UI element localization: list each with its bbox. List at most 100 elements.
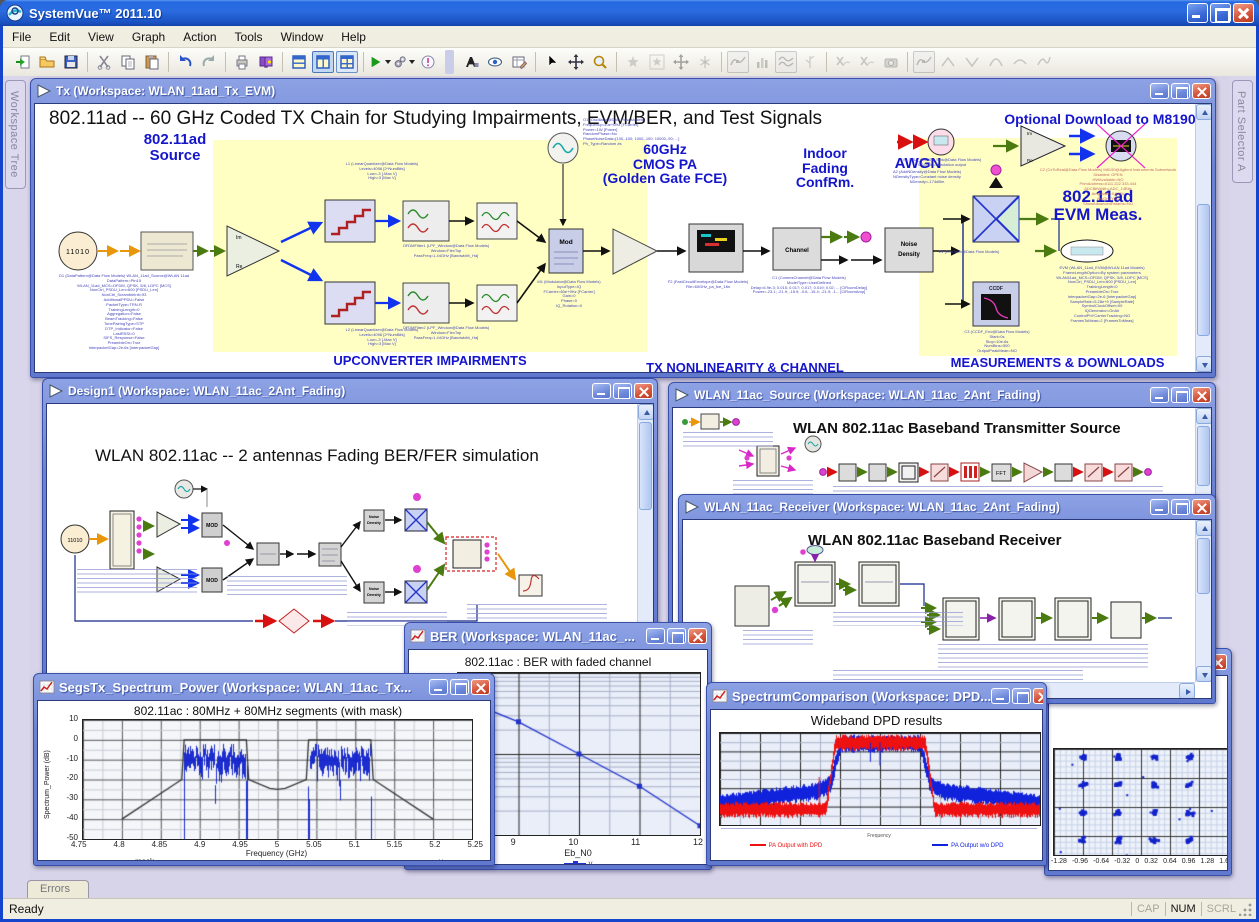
properties-icon[interactable] bbox=[508, 51, 530, 73]
ofdm-filter-block[interactable] bbox=[403, 201, 449, 241]
annotation-icon[interactable] bbox=[460, 51, 482, 73]
undo-icon[interactable] bbox=[174, 51, 196, 73]
stop-icon[interactable] bbox=[417, 51, 439, 73]
dpd-titlebar[interactable]: SpectrumComparison (Workspace: DPD... bbox=[710, 683, 1043, 709]
ber-close-button[interactable] bbox=[688, 628, 707, 644]
cut-icon[interactable] bbox=[93, 51, 115, 73]
segs-titlebar[interactable]: SegsTx_Spectrum_Power (Workspace: WLAN_1… bbox=[37, 674, 491, 700]
mixer-block[interactable] bbox=[405, 581, 427, 603]
receiver-close-button[interactable] bbox=[1192, 499, 1211, 515]
decoder-block[interactable] bbox=[1055, 598, 1091, 640]
receiver-minimize-button[interactable] bbox=[1150, 499, 1169, 515]
window-tile-icon[interactable] bbox=[312, 51, 334, 73]
scroll-thumb[interactable] bbox=[1197, 426, 1210, 486]
receiver-maximize-button[interactable] bbox=[1171, 499, 1190, 515]
scroll-up-button[interactable] bbox=[1196, 520, 1212, 536]
source-subnet-block[interactable] bbox=[110, 511, 134, 569]
main-titlebar[interactable]: SystemVue™ 2011.10 bbox=[0, 0, 1259, 26]
window-cascade-icon[interactable] bbox=[288, 51, 310, 73]
source-titlebar[interactable]: WLAN_11ac_Source (Workspace: WLAN_11ac_2… bbox=[672, 383, 1212, 407]
maximize-button[interactable] bbox=[1210, 3, 1231, 23]
paste-icon[interactable] bbox=[141, 51, 163, 73]
ber-sink-block[interactable] bbox=[519, 575, 542, 596]
scroll-up-button[interactable] bbox=[1196, 408, 1212, 424]
ber-titlebar[interactable]: BER (Workspace: WLAN_11ac_... bbox=[408, 623, 708, 649]
part-selector-tab[interactable]: Part Selector A bbox=[1232, 80, 1253, 183]
amp-block[interactable] bbox=[157, 512, 180, 537]
window-grid-icon[interactable] bbox=[336, 51, 358, 73]
segs-minimize-button[interactable] bbox=[429, 679, 448, 695]
descrambler-block[interactable] bbox=[1111, 602, 1141, 638]
receiver-schematic-canvas[interactable]: WLAN 802.11ac Baseband Receiver bbox=[682, 519, 1212, 699]
analysis-icon[interactable] bbox=[393, 51, 415, 73]
scroll-up-button[interactable] bbox=[638, 404, 654, 420]
sync-block[interactable] bbox=[795, 562, 835, 606]
menu-action[interactable]: Action bbox=[174, 27, 225, 47]
tx-titlebar[interactable]: Tx (Workspace: WLAN_11ad_Tx_EVM) bbox=[34, 79, 1212, 103]
help-icon[interactable] bbox=[255, 51, 277, 73]
design1-titlebar[interactable]: Design1 (Workspace: WLAN_11ac_2Ant_Fadin… bbox=[46, 379, 654, 403]
parser-block[interactable] bbox=[931, 464, 948, 481]
fanout-block[interactable] bbox=[739, 446, 795, 476]
dpd-minimize-button[interactable] bbox=[991, 688, 1010, 704]
workspace-tree-tab[interactable]: Workspace Tree bbox=[5, 80, 26, 189]
tx-minimize-button[interactable] bbox=[1150, 83, 1169, 99]
window-filter-block[interactable] bbox=[477, 285, 517, 321]
redo-icon[interactable] bbox=[198, 51, 220, 73]
errors-tab[interactable]: Errors bbox=[27, 880, 89, 898]
dpd-close-button[interactable] bbox=[1033, 688, 1043, 704]
wlan-source-block[interactable] bbox=[141, 232, 193, 270]
scroll-right-button[interactable] bbox=[1179, 683, 1195, 699]
segs-close-button[interactable] bbox=[471, 679, 490, 695]
receiver-titlebar[interactable]: WLAN_11ac_Receiver (Workspace: WLAN_11ac… bbox=[682, 495, 1212, 519]
ofdm-filter-block[interactable] bbox=[403, 283, 449, 323]
quantizer-block[interactable] bbox=[325, 200, 375, 242]
menu-tools[interactable]: Tools bbox=[226, 27, 272, 47]
design1-close-button[interactable] bbox=[634, 383, 653, 399]
receiver-subnet-block[interactable] bbox=[446, 537, 496, 571]
preview-icon[interactable] bbox=[484, 51, 506, 73]
switch-block[interactable] bbox=[1115, 464, 1132, 481]
coder-block[interactable] bbox=[839, 464, 856, 481]
open-example-icon[interactable] bbox=[12, 51, 34, 73]
zoom-icon[interactable] bbox=[589, 51, 611, 73]
copy-icon[interactable] bbox=[117, 51, 139, 73]
deinterleaver-block[interactable] bbox=[999, 598, 1035, 640]
quantizer-block[interactable] bbox=[325, 282, 375, 324]
mapper-block[interactable] bbox=[899, 463, 918, 482]
scroll-thumb[interactable] bbox=[639, 422, 652, 510]
interleaver-block[interactable] bbox=[869, 464, 886, 481]
open-icon[interactable] bbox=[36, 51, 58, 73]
run-icon[interactable] bbox=[369, 51, 391, 73]
source-maximize-button[interactable] bbox=[1171, 387, 1190, 403]
tx-maximize-button[interactable] bbox=[1171, 83, 1190, 99]
source-minimize-button[interactable] bbox=[1150, 387, 1169, 403]
segs-maximize-button[interactable] bbox=[450, 679, 469, 695]
equalizer-block[interactable] bbox=[859, 562, 899, 606]
src-block[interactable] bbox=[701, 414, 719, 429]
minimize-button[interactable] bbox=[1187, 3, 1208, 23]
menu-help[interactable]: Help bbox=[332, 27, 375, 47]
tx-close-button[interactable] bbox=[1192, 83, 1211, 99]
menu-window[interactable]: Window bbox=[272, 27, 333, 47]
rx-input-block[interactable] bbox=[735, 586, 769, 626]
resize-grip[interactable] bbox=[1239, 902, 1253, 916]
design1-maximize-button[interactable] bbox=[613, 383, 632, 399]
switch-block[interactable] bbox=[1085, 464, 1102, 481]
ber-maximize-button[interactable] bbox=[667, 628, 686, 644]
scroll-up-button[interactable] bbox=[1196, 104, 1212, 120]
scroll-down-button[interactable] bbox=[1196, 666, 1212, 682]
ber-minimize-button[interactable] bbox=[646, 628, 665, 644]
dpd-maximize-button[interactable] bbox=[1012, 688, 1031, 704]
save-icon[interactable] bbox=[60, 51, 82, 73]
tx-schematic-canvas[interactable]: 11010 Im Re bbox=[34, 103, 1212, 373]
fer-block[interactable] bbox=[279, 609, 309, 633]
design1-minimize-button[interactable] bbox=[592, 383, 611, 399]
tx-vertical-scrollbar[interactable] bbox=[1195, 104, 1211, 372]
pan-icon[interactable] bbox=[565, 51, 587, 73]
source-close-button[interactable] bbox=[1192, 387, 1211, 403]
window-filter-block[interactable] bbox=[477, 203, 517, 239]
receiver-vertical-scrollbar[interactable] bbox=[1195, 520, 1211, 682]
menu-edit[interactable]: Edit bbox=[40, 27, 79, 47]
menu-file[interactable]: File bbox=[3, 27, 40, 47]
